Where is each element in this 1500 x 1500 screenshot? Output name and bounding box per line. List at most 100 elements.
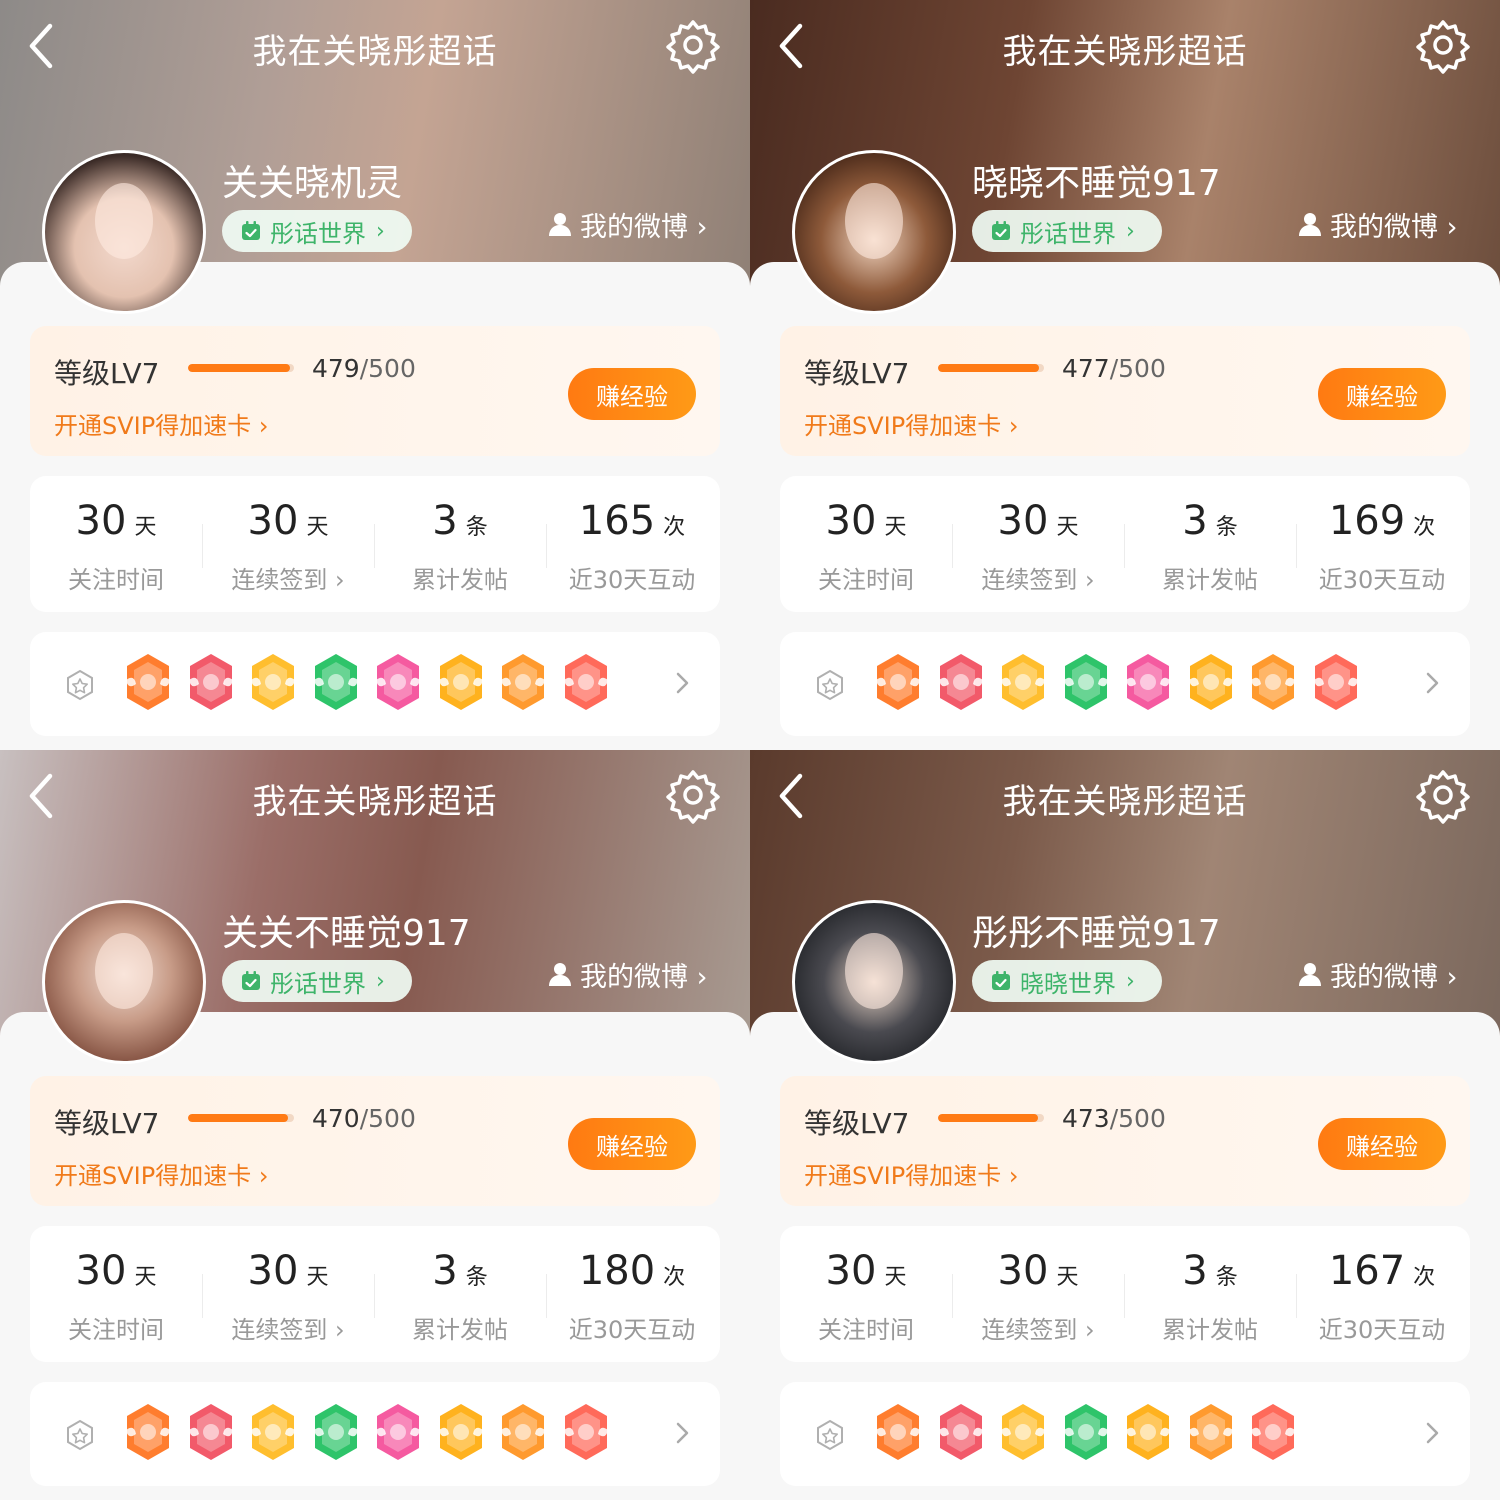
earn-experience-button[interactable]: 赚经验 bbox=[568, 368, 696, 420]
level-progress-text: 477/500 bbox=[1062, 354, 1166, 383]
laugh-badge bbox=[501, 1404, 545, 1460]
settings-gear-icon[interactable] bbox=[664, 16, 722, 74]
stat-checkin-streak[interactable]: 30 天 连续签到 › bbox=[202, 476, 374, 612]
user-avatar[interactable] bbox=[792, 900, 956, 1064]
stat-value: 30 天 bbox=[247, 1248, 329, 1294]
stat-value: 30 天 bbox=[825, 498, 907, 544]
badge-wall-icon bbox=[67, 669, 93, 701]
trophy-badge bbox=[938, 1404, 983, 1460]
my-weibo-link[interactable]: 我的微博 › bbox=[546, 954, 707, 994]
world-pill-button[interactable]: 彤话世界 › bbox=[222, 960, 412, 1002]
stat-label: 累计发帖 bbox=[412, 566, 508, 594]
level-current: 470 bbox=[312, 1104, 360, 1133]
my-weibo-label: 我的微博 › bbox=[580, 211, 708, 243]
earn-experience-button[interactable]: 赚经验 bbox=[1318, 368, 1446, 420]
avatar-photo bbox=[845, 933, 903, 1009]
stat-interactions: 180 次 近30天互动 bbox=[546, 1226, 718, 1362]
stat-interactions: 165 次 近30天互动 bbox=[546, 476, 718, 612]
level-current: 479 bbox=[312, 354, 360, 383]
chevron-right-icon: › bbox=[1126, 218, 1135, 244]
badge-strip[interactable] bbox=[30, 632, 720, 736]
level-label: 等级LV7 bbox=[804, 357, 910, 390]
lv7-badge bbox=[876, 1404, 920, 1460]
world-pill-button[interactable]: 晓晓世界 › bbox=[972, 960, 1162, 1002]
my-weibo-label: 我的微博 › bbox=[1330, 961, 1458, 993]
lv7-badge bbox=[876, 654, 920, 710]
calendar-check-icon bbox=[992, 971, 1010, 990]
stat-label: 近30天互动 bbox=[1318, 566, 1446, 594]
svip-accelerate-link[interactable]: 开通SVIP得加速卡 › bbox=[54, 1156, 268, 1191]
user-icon bbox=[1299, 213, 1321, 236]
stat-follow-days: 30 天 关注时间 bbox=[30, 1226, 202, 1362]
stat-value: 30 天 bbox=[997, 1248, 1079, 1294]
trophy-badge bbox=[188, 654, 233, 710]
page-title: 我在关晓彤超话 bbox=[1002, 782, 1248, 822]
hand-badge bbox=[313, 654, 358, 710]
my-weibo-label: 我的微博 › bbox=[580, 961, 708, 993]
stat-value: 169 次 bbox=[1328, 498, 1436, 544]
user-avatar[interactable] bbox=[42, 900, 206, 1064]
user-avatar[interactable] bbox=[792, 150, 956, 314]
stat-checkin-streak[interactable]: 30 天 连续签到 › bbox=[202, 1226, 374, 1362]
world-name: 彤话世界 bbox=[270, 219, 366, 248]
stat-value: 30 天 bbox=[825, 1248, 907, 1294]
chevron-right-icon[interactable] bbox=[672, 1418, 692, 1448]
user-avatar[interactable] bbox=[42, 150, 206, 314]
level-card: 等级LV7 470/500 开通SVIP得加速卡 › 赚经验 bbox=[30, 1076, 720, 1206]
level-progress-bar bbox=[188, 364, 294, 372]
30-days-badge bbox=[438, 654, 483, 710]
hi-badge bbox=[1001, 1404, 1045, 1460]
stat-label: 累计发帖 bbox=[412, 1316, 508, 1344]
stat-label: 连续签到 › bbox=[231, 1316, 345, 1344]
stat-total-posts: 3条 累计发帖 bbox=[1124, 1226, 1296, 1362]
world-pill-button[interactable]: 彤话世界 › bbox=[972, 210, 1162, 252]
level-label: 等级LV7 bbox=[54, 1107, 160, 1140]
earn-experience-button[interactable]: 赚经验 bbox=[568, 1118, 696, 1170]
chevron-right-icon[interactable] bbox=[672, 668, 692, 698]
user-nickname: 关关不睡觉917 bbox=[222, 913, 471, 954]
my-weibo-link[interactable]: 我的微博 › bbox=[546, 204, 707, 244]
stat-value: 30 天 bbox=[997, 498, 1079, 544]
settings-gear-icon[interactable] bbox=[664, 766, 722, 824]
stat-checkin-streak[interactable]: 30 天 连续签到 › bbox=[952, 476, 1124, 612]
rock-hand-badge bbox=[563, 1404, 608, 1460]
stat-value: 3条 bbox=[1182, 1248, 1238, 1294]
stat-label: 关注时间 bbox=[818, 566, 914, 594]
svip-accelerate-link[interactable]: 开通SVIP得加速卡 › bbox=[804, 406, 1018, 441]
supertopic-panel: 我在关晓彤超话 彤彤不睡觉917 晓晓世界 › 我的微博 › 等级LV7 473 bbox=[750, 750, 1500, 1500]
avatar-photo bbox=[845, 183, 903, 259]
stat-total-posts: 3条 累计发帖 bbox=[1124, 476, 1296, 612]
world-name: 彤话世界 bbox=[1020, 219, 1116, 248]
user-icon bbox=[549, 963, 571, 986]
badge-strip[interactable] bbox=[30, 1382, 720, 1486]
level-label: 等级LV7 bbox=[54, 357, 160, 390]
chevron-right-icon[interactable] bbox=[1422, 1418, 1442, 1448]
svip-accelerate-link[interactable]: 开通SVIP得加速卡 › bbox=[54, 406, 268, 441]
30-days-badge bbox=[438, 1404, 483, 1460]
my-weibo-link[interactable]: 我的微博 › bbox=[1296, 954, 1457, 994]
stat-checkin-streak[interactable]: 30 天 连续签到 › bbox=[952, 1226, 1124, 1362]
hi-badge bbox=[251, 1404, 295, 1460]
stat-label: 累计发帖 bbox=[1162, 1316, 1258, 1344]
level-max: /500 bbox=[359, 354, 416, 383]
badge-strip[interactable] bbox=[780, 632, 1470, 736]
settings-gear-icon[interactable] bbox=[1414, 16, 1472, 74]
stat-value: 3条 bbox=[432, 1248, 488, 1294]
user-icon bbox=[1299, 963, 1321, 986]
level-progress-bar bbox=[188, 1114, 294, 1122]
badge-strip[interactable] bbox=[780, 1382, 1470, 1486]
30-days-badge bbox=[1126, 1404, 1170, 1460]
world-pill-button[interactable]: 彤话世界 › bbox=[222, 210, 412, 252]
page-title: 我在关晓彤超话 bbox=[1002, 32, 1248, 72]
level-progress-fill bbox=[188, 364, 290, 372]
svip-accelerate-link[interactable]: 开通SVIP得加速卡 › bbox=[804, 1156, 1018, 1191]
level-label: 等级LV7 bbox=[804, 1107, 910, 1140]
my-weibo-link[interactable]: 我的微博 › bbox=[1296, 204, 1457, 244]
level-progress-text: 473/500 bbox=[1062, 1104, 1166, 1133]
stats-card: 30 天 关注时间 30 天 连续签到 › 3条 累计发帖 169 次 近30天互动 bbox=[780, 476, 1470, 612]
level-progress-text: 479/500 bbox=[312, 354, 416, 383]
top-nav-bar: 我在关晓彤超话 bbox=[0, 750, 750, 842]
earn-experience-button[interactable]: 赚经验 bbox=[1318, 1118, 1446, 1170]
settings-gear-icon[interactable] bbox=[1414, 766, 1472, 824]
chevron-right-icon[interactable] bbox=[1422, 668, 1442, 698]
